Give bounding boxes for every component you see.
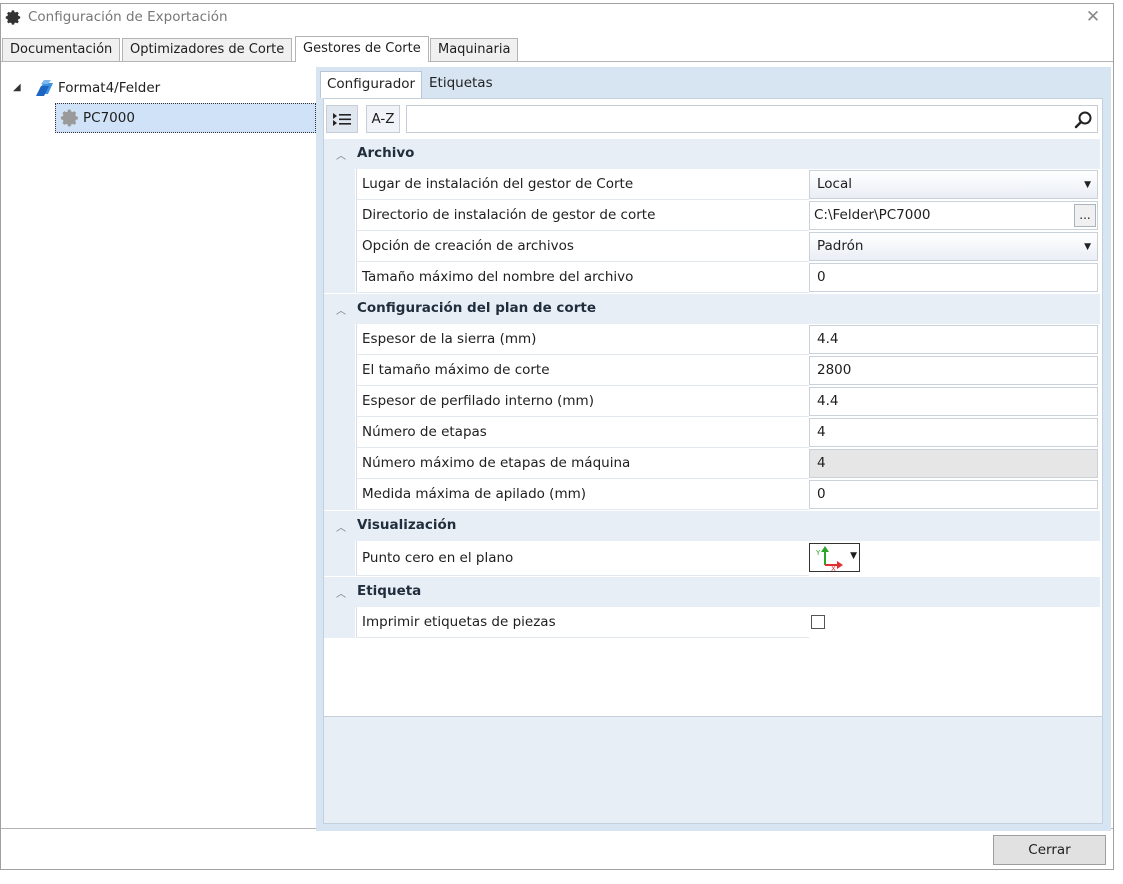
chevron-up-icon[interactable]: ︿ — [336, 302, 346, 317]
print-labels-checkbox[interactable] — [811, 615, 825, 629]
row-gutter — [324, 231, 355, 262]
field-value: C:\Felder\PC7000 — [814, 207, 931, 223]
category-label: Visualización — [357, 517, 457, 533]
internal-profile-thickness-field[interactable]: 4.4 — [809, 387, 1098, 416]
tab-documentacion[interactable]: Documentación — [2, 38, 121, 61]
tab-configurador[interactable]: Configurador — [320, 71, 423, 98]
dropdown-arrow-icon[interactable]: ▼ — [850, 551, 857, 561]
tree-expand-icon[interactable]: ◢ — [13, 82, 25, 94]
max-filename-length-field[interactable]: 0 — [809, 263, 1098, 292]
category-label: Etiqueta — [357, 583, 422, 599]
property-row: Número de etapas 4 — [324, 417, 1100, 448]
max-machine-stages-field: 4 — [809, 449, 1098, 478]
close-button[interactable]: Cerrar — [993, 835, 1106, 865]
property-row: Directorio de instalación de gestor de c… — [324, 200, 1100, 231]
property-row: Punto cero en el plano Y X ▼ — [324, 541, 1100, 576]
install-directory-field[interactable]: C:\Felder\PC7000 ... — [809, 201, 1098, 230]
gear-icon — [60, 109, 78, 127]
property-row: Número máximo de etapas de máquina 4 — [324, 448, 1100, 479]
tab-optimizadores-de-corte[interactable]: Optimizadores de Corte — [122, 38, 293, 61]
property-row: Medida máxima de apilado (mm) 0 — [324, 479, 1100, 510]
tree-item-format4-felder[interactable]: ◢ Format4/Felder — [13, 77, 160, 99]
property-name: Opción de creación de archivos — [356, 231, 809, 262]
category-cutting-plan[interactable]: ︿ Configuración del plan de corte — [324, 294, 1100, 324]
axis-y-label: Y — [815, 549, 821, 557]
title-bar: Configuración de Exportación ✕ — [1, 4, 1113, 32]
tab-content: ◢ Format4/Felder PC7000 Configurador Eti… — [1, 61, 1113, 831]
property-name: Tamaño máximo del nombre del archivo — [356, 262, 809, 293]
row-gutter — [324, 386, 355, 417]
tab-maquinaria[interactable]: Maquinaria — [430, 38, 519, 61]
dropdown-arrow-icon[interactable]: ▼ — [1084, 234, 1091, 261]
category-etiqueta[interactable]: ︿ Etiqueta — [324, 577, 1100, 607]
manager-settings-panel: Configurador Etiquetas A-Z ︿ Archivo Lug… — [316, 67, 1111, 831]
category-archivo[interactable]: ︿ Archivo — [324, 139, 1100, 169]
axis-x-label: X — [831, 565, 836, 571]
row-gutter — [324, 607, 355, 638]
property-row: El tamaño máximo de corte 2800 — [324, 355, 1100, 386]
property-row: Espesor de perfilado interno (mm) 4.4 — [324, 386, 1100, 417]
row-gutter — [324, 169, 355, 200]
search-icon[interactable] — [1073, 110, 1093, 130]
property-row: Opción de creación de archivos Padrón ▼ — [324, 231, 1100, 262]
select-value: Local — [817, 176, 852, 192]
property-description-pane — [324, 716, 1102, 823]
zero-point-origin-picker[interactable]: Y X ▼ — [809, 543, 860, 573]
install-location-select[interactable]: Local ▼ — [809, 170, 1098, 199]
property-name: Número de etapas — [356, 417, 809, 448]
property-row: Lugar de instalación del gestor de Corte… — [324, 169, 1100, 200]
row-gutter — [324, 355, 355, 386]
category-visualizacion[interactable]: ︿ Visualización — [324, 511, 1100, 541]
stages-count-field[interactable]: 4 — [809, 418, 1098, 447]
alphabetical-view-button[interactable]: A-Z — [366, 105, 400, 133]
dropdown-arrow-icon[interactable]: ▼ — [1084, 172, 1091, 199]
property-name: Imprimir etiquetas de piezas — [356, 607, 809, 638]
row-gutter — [324, 541, 355, 576]
category-label: Configuración del plan de corte — [357, 300, 596, 316]
row-gutter — [324, 417, 355, 448]
max-stack-height-field[interactable]: 0 — [809, 480, 1098, 509]
row-gutter — [324, 448, 355, 479]
property-row: Imprimir etiquetas de piezas — [324, 607, 1100, 638]
property-name: Directorio de instalación de gestor de c… — [356, 200, 809, 231]
property-name: Lugar de instalación del gestor de Corte — [356, 169, 809, 200]
tree-item-label: Format4/Felder — [58, 80, 161, 96]
tab-etiquetas[interactable]: Etiquetas — [423, 71, 499, 97]
select-value: Padrón — [817, 238, 864, 254]
file-creation-option-select[interactable]: Padrón ▼ — [809, 232, 1098, 261]
categorized-view-button[interactable] — [326, 105, 358, 133]
export-config-window: Configuración de Exportación ✕ Documenta… — [0, 3, 1114, 870]
max-cut-size-field[interactable]: 2800 — [809, 356, 1098, 385]
property-name: El tamaño máximo de corte — [356, 355, 809, 386]
row-gutter — [324, 479, 355, 510]
property-grid: A-Z ︿ Archivo Lugar de instalación del g… — [323, 98, 1103, 824]
row-gutter — [324, 200, 355, 231]
tree-item-pc7000[interactable]: PC7000 — [55, 103, 316, 133]
window-close-button[interactable]: ✕ — [1081, 6, 1105, 28]
saw-thickness-field[interactable]: 4.4 — [809, 325, 1098, 354]
property-name: Medida máxima de apilado (mm) — [356, 479, 809, 510]
row-gutter — [324, 262, 355, 293]
folder-stack-icon — [36, 80, 53, 96]
categorized-list-icon — [333, 113, 351, 126]
property-name: Espesor de la sierra (mm) — [356, 324, 809, 355]
row-gutter — [324, 324, 355, 355]
property-name: Espesor de perfilado interno (mm) — [356, 386, 809, 417]
tab-gestores-de-corte[interactable]: Gestores de Corte — [295, 36, 429, 62]
window-title: Configuración de Exportación — [28, 9, 228, 25]
gear-icon — [5, 10, 21, 25]
axis-origin-icon: Y X — [815, 546, 843, 573]
chevron-up-icon[interactable]: ︿ — [336, 519, 346, 534]
chevron-up-icon[interactable]: ︿ — [336, 585, 346, 600]
property-row: Tamaño máximo del nombre del archivo 0 — [324, 262, 1100, 293]
tree-item-label: PC7000 — [83, 110, 135, 126]
chevron-up-icon[interactable]: ︿ — [336, 147, 346, 162]
property-name: Número máximo de etapas de máquina — [356, 448, 809, 479]
property-name: Punto cero en el plano — [356, 541, 809, 576]
browse-button[interactable]: ... — [1074, 204, 1096, 227]
property-grid-toolbar: A-Z — [326, 105, 1100, 133]
property-row: Espesor de la sierra (mm) 4.4 — [324, 324, 1100, 355]
category-label: Archivo — [357, 145, 415, 161]
property-search-input[interactable] — [406, 105, 1098, 133]
